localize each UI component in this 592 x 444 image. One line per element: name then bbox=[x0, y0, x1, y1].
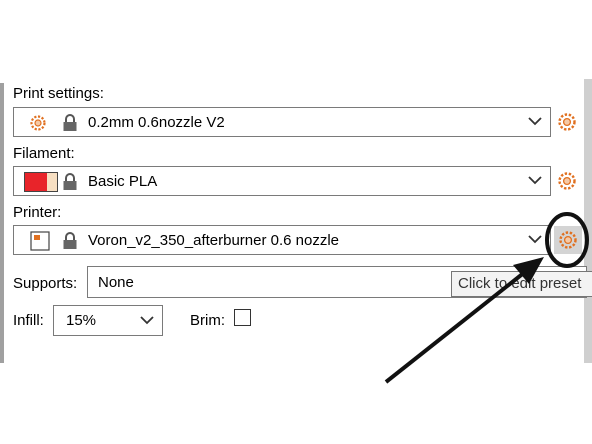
lock-icon bbox=[63, 232, 77, 249]
chevron-down-icon bbox=[140, 316, 154, 325]
right-scrollbar-edge[interactable] bbox=[584, 79, 592, 363]
print-settings-combo[interactable]: 0.2mm 0.6nozzle V2 bbox=[13, 107, 551, 137]
filament-swatch-icon bbox=[24, 172, 58, 192]
print-settings-edit-gear-icon[interactable] bbox=[556, 111, 578, 133]
printer-value: Voron_v2_350_afterburner 0.6 nozzle bbox=[88, 232, 340, 249]
printer-edit-button[interactable] bbox=[554, 226, 582, 254]
lock-icon bbox=[63, 173, 77, 190]
gear-icon bbox=[30, 115, 46, 131]
printer-label: Printer: bbox=[13, 204, 62, 221]
print-settings-label: Print settings: bbox=[13, 85, 104, 102]
printer-combo[interactable]: Voron_v2_350_afterburner 0.6 nozzle bbox=[13, 225, 551, 255]
printer-edit-gear-icon[interactable] bbox=[557, 229, 579, 251]
brim-label: Brim: bbox=[190, 312, 225, 329]
chevron-down-icon bbox=[528, 176, 542, 185]
chevron-down-icon bbox=[528, 235, 542, 244]
edit-preset-tooltip: Click to edit preset bbox=[451, 271, 592, 297]
infill-combo[interactable]: 15% bbox=[53, 305, 163, 336]
chevron-down-icon bbox=[528, 117, 542, 126]
infill-value: 15% bbox=[66, 312, 97, 329]
filament-combo[interactable]: Basic PLA bbox=[13, 166, 551, 196]
brim-checkbox[interactable] bbox=[234, 309, 251, 326]
filament-label: Filament: bbox=[13, 145, 75, 162]
print-settings-value: 0.2mm 0.6nozzle V2 bbox=[88, 114, 225, 131]
supports-value: None bbox=[98, 274, 134, 291]
lock-icon bbox=[63, 114, 77, 131]
filament-edit-gear-icon[interactable] bbox=[556, 170, 578, 192]
infill-label: Infill: bbox=[13, 312, 44, 329]
filament-value: Basic PLA bbox=[88, 173, 158, 190]
supports-label: Supports: bbox=[13, 275, 78, 292]
printer-icon bbox=[30, 231, 50, 251]
